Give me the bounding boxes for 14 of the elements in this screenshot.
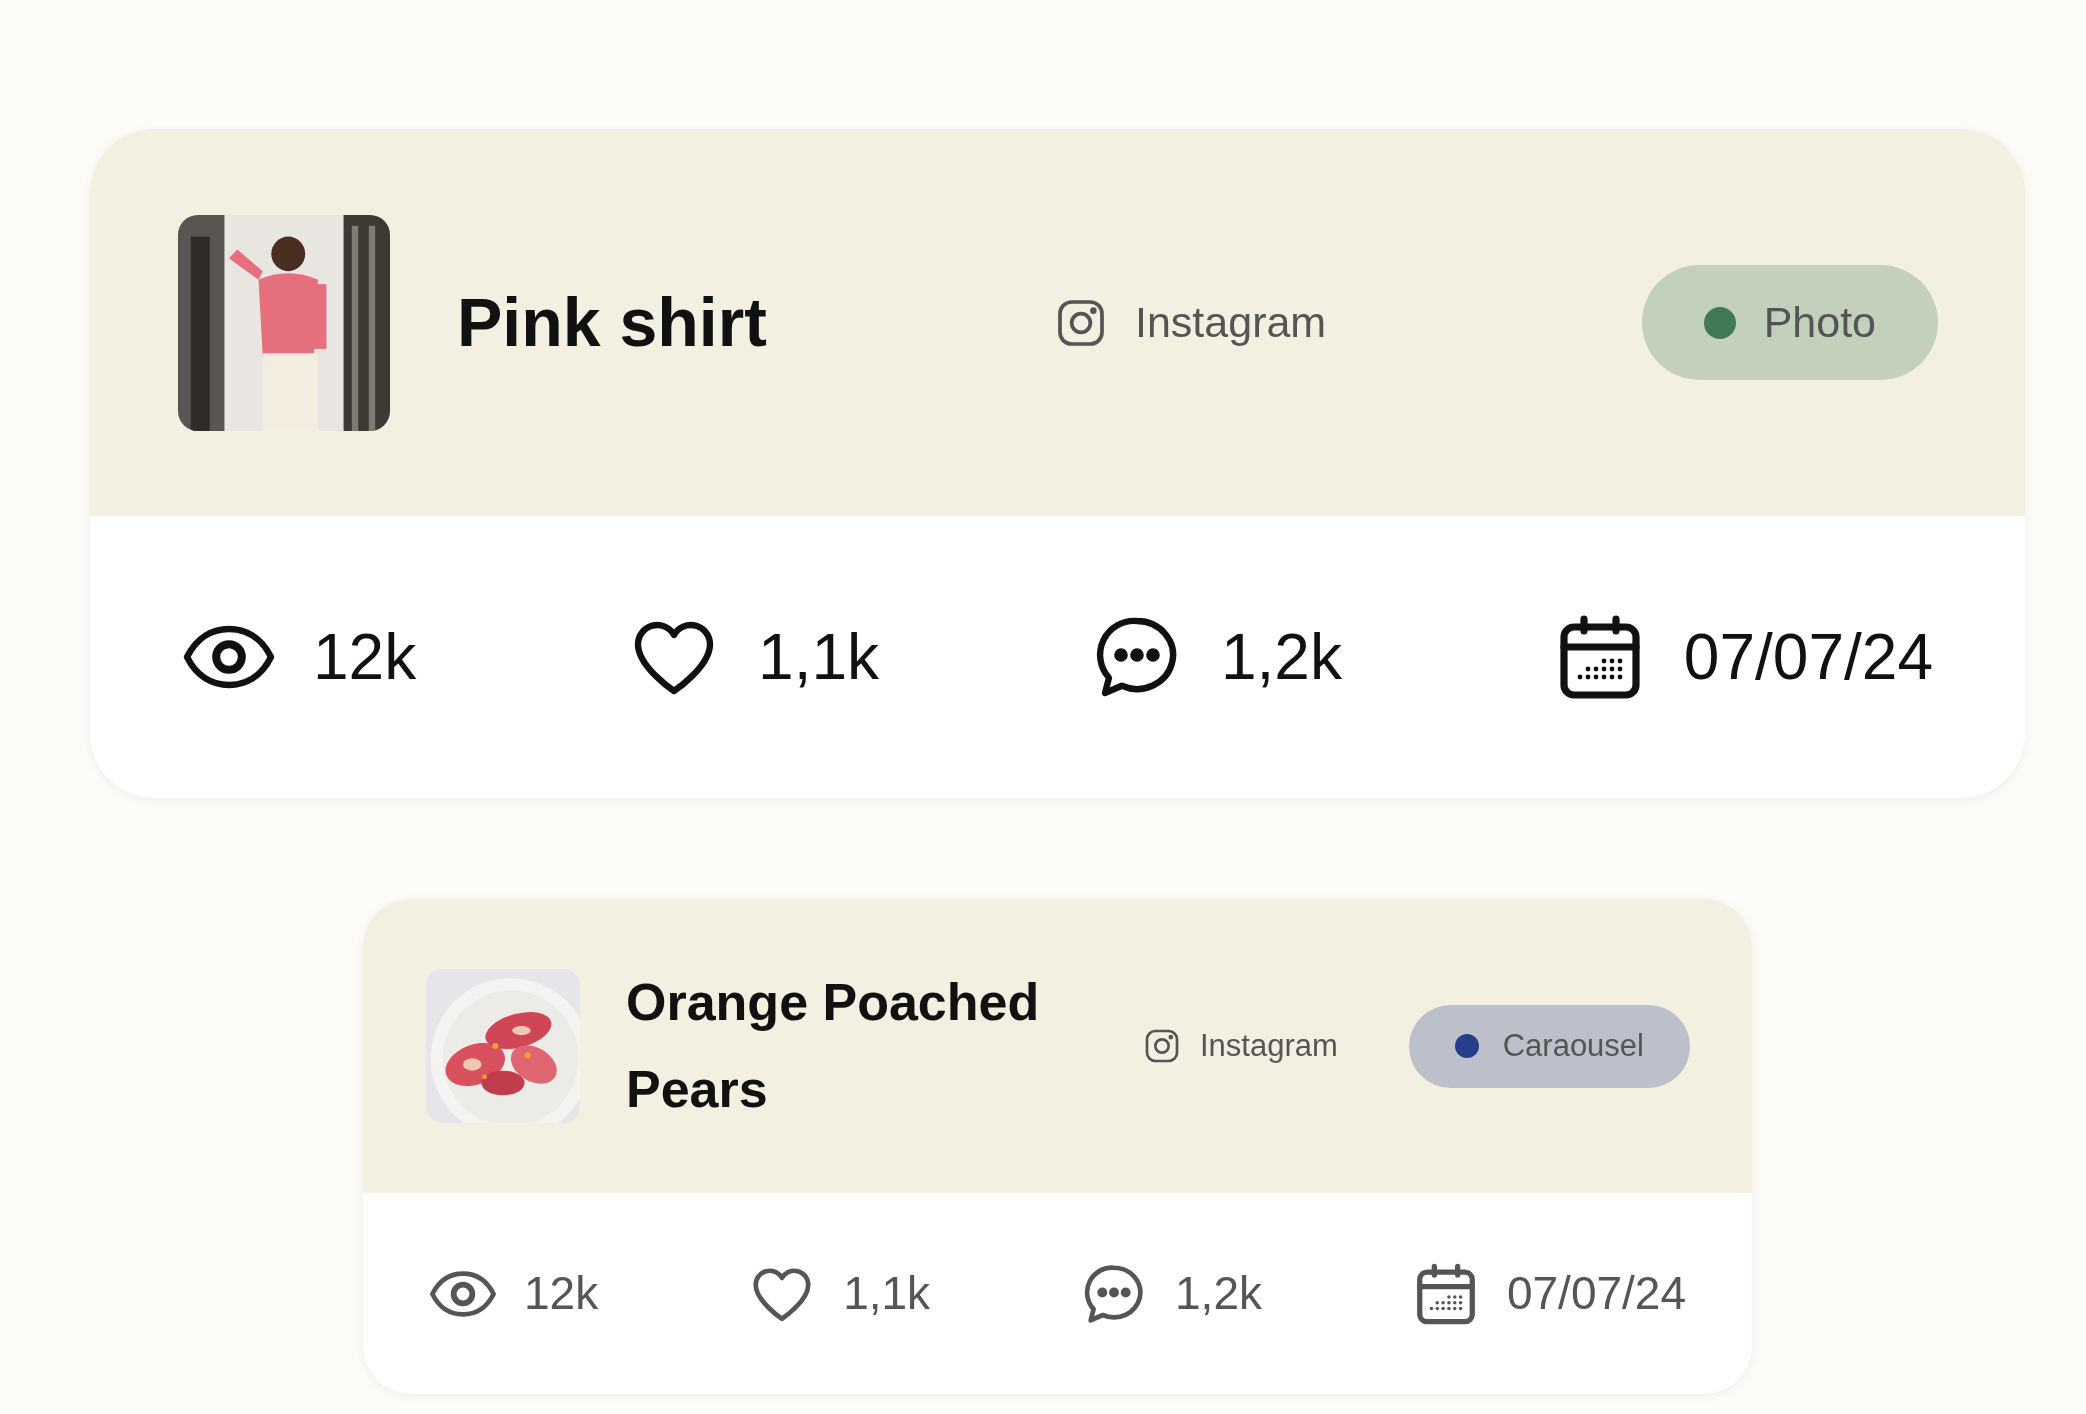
platform-label: Instagram	[1200, 1026, 1338, 1065]
badge-label: Photo	[1763, 297, 1876, 349]
comments-count: 1,2k	[1175, 1266, 1262, 1321]
views-count: 12k	[524, 1266, 599, 1321]
post-date: 07/07/24	[1683, 620, 1933, 695]
post-title: Pink shirt	[457, 283, 768, 363]
post-title: Orange Poached Pears	[626, 972, 1041, 1120]
likes-count: 1,1k	[843, 1266, 931, 1321]
badge-label: Caraousel	[1502, 1026, 1644, 1065]
platform-label: Instagram	[1135, 297, 1327, 349]
likes-count: 1,1k	[758, 620, 880, 695]
views-count: 12k	[313, 620, 417, 695]
post-date: 07/07/24	[1506, 1266, 1686, 1321]
comments-count: 1,2k	[1220, 620, 1342, 695]
